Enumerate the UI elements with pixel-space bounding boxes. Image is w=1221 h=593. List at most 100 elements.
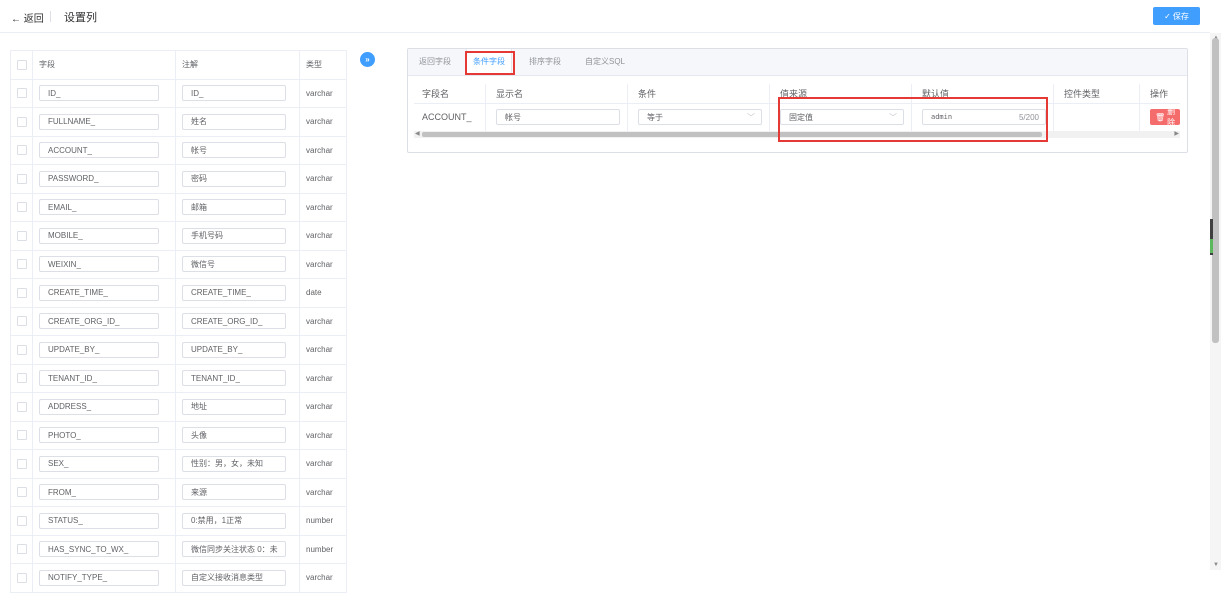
scroll-left-icon[interactable]: ◀	[415, 130, 420, 137]
row-checkbox[interactable]	[16, 145, 27, 156]
column-header-type: 类型	[306, 60, 322, 70]
field-name-input[interactable]: ADDRESS_	[39, 398, 159, 415]
row-checkbox[interactable]	[16, 287, 27, 298]
row-checkbox[interactable]	[16, 487, 27, 498]
field-name-input[interactable]: ID_	[39, 85, 159, 102]
condition-select[interactable]: 等于 ﹀	[638, 109, 762, 125]
select-all-checkbox[interactable]	[16, 59, 27, 70]
comment-input[interactable]: 手机号码	[182, 227, 286, 244]
comment-input[interactable]: 地址	[182, 398, 286, 415]
field-type: varchar	[306, 430, 333, 440]
field-type: number	[306, 516, 334, 526]
comment-input[interactable]: 微信号	[182, 256, 286, 273]
comment-input[interactable]: 微信同步关注状态 0：未	[182, 541, 286, 558]
comment-input[interactable]: CREATE_TIME_	[182, 284, 286, 301]
comment-input[interactable]: 姓名	[182, 113, 286, 130]
tab-sort-fields[interactable]: 排序字段	[529, 49, 561, 75]
table-row: CREATE_ORG_ID_ CREATE_ORG_ID_ varchar	[11, 307, 347, 336]
scroll-down-icon[interactable]: ▼	[1213, 562, 1219, 568]
comment-input[interactable]: 性别：男，女，未知	[182, 455, 286, 472]
tab-bar: 返回字段 条件字段 排序字段 自定义SQL	[408, 49, 1187, 76]
expand-arrow-icon[interactable]: »	[360, 52, 375, 67]
comment-input[interactable]: 密码	[182, 170, 286, 187]
delete-button[interactable]: 🗑 删除	[1150, 107, 1180, 127]
field-name-input[interactable]: PHOTO_	[39, 427, 159, 444]
row-checkbox[interactable]	[16, 544, 27, 555]
comment-input[interactable]: TENANT_ID_	[182, 370, 286, 387]
row-checkbox[interactable]	[16, 116, 27, 127]
row-checkbox[interactable]	[16, 202, 27, 213]
page-title: 设置列	[64, 12, 97, 24]
back-link[interactable]: ← 返回	[11, 10, 44, 25]
comment-input[interactable]: 来源	[182, 484, 286, 501]
row-checkbox[interactable]	[16, 572, 27, 583]
save-button[interactable]: ✓ 保存	[1153, 7, 1200, 25]
comment-input[interactable]: ID_	[182, 85, 286, 102]
highlight-value-annotation	[778, 97, 1048, 142]
condition-field-name: ACCOUNT_	[422, 112, 472, 122]
comment-input[interactable]: 0:禁用，1正常	[182, 512, 286, 529]
field-type: varchar	[306, 202, 333, 212]
row-checkbox[interactable]	[16, 88, 27, 99]
table-row: SEX_ 性别：男，女，未知 varchar	[11, 450, 347, 479]
vertical-scrollbar[interactable]: ▲ ▼	[1210, 33, 1221, 570]
tab-custom-sql[interactable]: 自定义SQL	[585, 49, 625, 75]
scroll-right-icon[interactable]: ▶	[1174, 130, 1179, 137]
comment-input[interactable]: 邮箱	[182, 199, 286, 216]
table-row: EMAIL_ 邮箱 varchar	[11, 193, 347, 222]
field-name-input[interactable]: MOBILE_	[39, 227, 159, 244]
comment-input[interactable]: 自定义接收消息类型	[182, 569, 286, 586]
column-header-control-type: 控件类型	[1064, 89, 1101, 99]
field-name-input[interactable]: ACCOUNT_	[39, 142, 159, 159]
row-checkbox[interactable]	[16, 515, 27, 526]
field-type: varchar	[306, 487, 333, 497]
field-type: varchar	[306, 402, 333, 412]
field-name-input[interactable]: SEX_	[39, 455, 159, 472]
table-row: HAS_SYNC_TO_WX_ 微信同步关注状态 0：未 number	[11, 535, 347, 564]
field-type: date	[306, 288, 322, 298]
save-button-label: 保存	[1172, 11, 1189, 21]
table-row: ACCOUNT_ 帐号 varchar	[11, 136, 347, 165]
row-checkbox[interactable]	[16, 316, 27, 327]
display-name-input[interactable]: 帐号	[496, 109, 620, 125]
field-name-input[interactable]: FROM_	[39, 484, 159, 501]
table-row: ADDRESS_ 地址 varchar	[11, 393, 347, 422]
comment-input[interactable]: CREATE_ORG_ID_	[182, 313, 286, 330]
column-header-display-name: 显示名	[496, 89, 524, 99]
row-checkbox[interactable]	[16, 259, 27, 270]
row-checkbox[interactable]	[16, 344, 27, 355]
row-checkbox[interactable]	[16, 230, 27, 241]
field-name-input[interactable]: CREATE_TIME_	[39, 284, 159, 301]
field-name-input[interactable]: NOTIFY_TYPE_	[39, 569, 159, 586]
trash-icon: 🗑	[1155, 112, 1166, 122]
comment-input[interactable]: 帐号	[182, 142, 286, 159]
field-name-input[interactable]: HAS_SYNC_TO_WX_	[39, 541, 159, 558]
field-name-input[interactable]: EMAIL_	[39, 199, 159, 216]
comment-input[interactable]: 头像	[182, 427, 286, 444]
row-checkbox[interactable]	[16, 401, 27, 412]
highlight-tab-annotation	[465, 51, 515, 75]
field-name-input[interactable]: STATUS_	[39, 512, 159, 529]
field-name-input[interactable]: TENANT_ID_	[39, 370, 159, 387]
row-checkbox[interactable]	[16, 430, 27, 441]
field-name-input[interactable]: FULLNAME_	[39, 113, 159, 130]
tab-return-fields[interactable]: 返回字段	[419, 49, 451, 75]
delete-button-label: 删除	[1167, 107, 1176, 127]
vertical-scroll-thumb[interactable]	[1212, 38, 1219, 343]
field-type: varchar	[306, 345, 333, 355]
column-header-field-name: 字段名	[422, 89, 450, 99]
row-checkbox[interactable]	[16, 173, 27, 184]
table-row: CREATE_TIME_ CREATE_TIME_ date	[11, 279, 347, 308]
row-checkbox[interactable]	[16, 458, 27, 469]
row-checkbox[interactable]	[16, 373, 27, 384]
comment-input[interactable]: UPDATE_BY_	[182, 341, 286, 358]
field-name-input[interactable]: CREATE_ORG_ID_	[39, 313, 159, 330]
divider	[50, 11, 51, 22]
table-header-row: 字段 注解 类型	[11, 51, 347, 80]
table-row: NOTIFY_TYPE_ 自定义接收消息类型 varchar	[11, 564, 347, 593]
field-name-input[interactable]: UPDATE_BY_	[39, 341, 159, 358]
field-name-input[interactable]: WEIXIN_	[39, 256, 159, 273]
field-name-input[interactable]: PASSWORD_	[39, 170, 159, 187]
table-row: MOBILE_ 手机号码 varchar	[11, 222, 347, 251]
check-icon: ✓	[1164, 11, 1171, 21]
